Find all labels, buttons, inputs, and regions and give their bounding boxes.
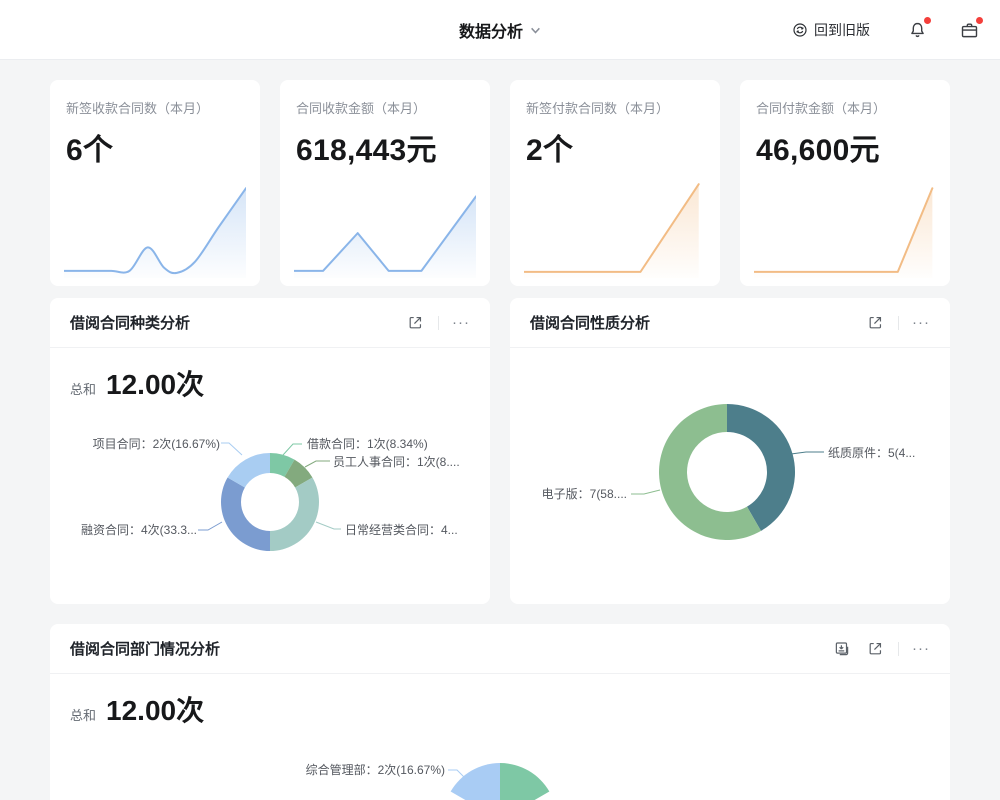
download-button[interactable] — [832, 639, 852, 659]
kpi-sparkline — [64, 176, 246, 278]
workbench-badge — [976, 17, 983, 24]
slice-label-general-admin[interactable]: 综合管理部：2次(16.67%) — [306, 761, 445, 778]
kpi-value: 2个 — [526, 125, 704, 169]
kpi-sparkline — [294, 176, 476, 278]
dept-row: 借阅合同部门情况分析 — [50, 624, 950, 800]
slice-label-financing[interactable]: 融资合同：4次(33.3... — [81, 521, 197, 538]
external-link-icon — [407, 314, 424, 331]
slice-label-daily-ops[interactable]: 日常经营类合同：4... — [345, 521, 458, 538]
kpi-label: 合同付款金额（本月） — [756, 98, 934, 117]
divider — [898, 642, 899, 656]
page-title-group[interactable]: 数据分析 — [459, 0, 541, 60]
slice-label-project[interactable]: 项目合同：2次(16.67%) — [93, 435, 220, 452]
open-fullscreen-button[interactable] — [865, 639, 885, 659]
kpi-card-new-receipt-contracts[interactable]: 新签收款合同数（本月） 6个 — [50, 80, 260, 286]
kpi-card-payment-amount[interactable]: 合同付款金额（本月） 46,600元 — [740, 80, 950, 286]
kpi-value: 6个 — [66, 125, 244, 169]
chevron-down-icon — [530, 25, 541, 36]
card-tools: ··· — [405, 313, 470, 333]
slice-label-paper-original[interactable]: 纸质原件：5(4... — [828, 444, 915, 461]
card-title: 借阅合同种类分析 — [70, 312, 190, 333]
total-value: 12.00次 — [106, 363, 204, 403]
card-header: 借阅合同性质分析 ··· — [510, 298, 950, 348]
app-root: 数据分析 回到旧版 — [0, 0, 1000, 800]
dashboard-content: 新签收款合同数（本月） 6个 合同收款金额（本月） 618,443元 新签付款合… — [0, 60, 1000, 800]
kpi-value: 46,600元 — [756, 125, 934, 169]
download-icon — [833, 640, 851, 658]
back-to-old-version-button[interactable]: 回到旧版 — [792, 20, 870, 40]
slice-label-electronic[interactable]: 电子版：7(58.... — [542, 485, 627, 502]
kpi-row: 新签收款合同数（本月） 6个 合同收款金额（本月） 618,443元 新签付款合… — [50, 80, 950, 286]
external-link-icon — [867, 314, 884, 331]
top-header: 数据分析 回到旧版 — [0, 0, 1000, 60]
more-menu-button[interactable]: ··· — [912, 318, 930, 328]
back-to-old-label: 回到旧版 — [814, 20, 870, 40]
more-menu-button[interactable]: ··· — [452, 318, 470, 328]
open-fullscreen-button[interactable] — [865, 313, 885, 333]
page-title: 数据分析 — [459, 18, 523, 42]
card-title: 借阅合同部门情况分析 — [70, 638, 220, 659]
divider — [898, 316, 899, 330]
notification-badge — [924, 17, 931, 24]
total-label: 总和 — [70, 705, 96, 724]
header-actions: 回到旧版 — [792, 0, 982, 60]
slice-label-hr[interactable]: 员工人事合同：1次(8.... — [333, 453, 460, 470]
kpi-sparkline — [524, 176, 706, 278]
donut-row: 借阅合同种类分析 ··· 总和 12.00次 — [50, 298, 950, 604]
external-link-icon — [867, 640, 884, 657]
contract-dept-card: 借阅合同部门情况分析 — [50, 624, 950, 800]
workbench-button[interactable] — [956, 17, 982, 43]
kpi-label: 新签收款合同数（本月） — [66, 98, 244, 117]
kpi-card-new-payment-contracts[interactable]: 新签付款合同数（本月） 2个 — [510, 80, 720, 286]
open-fullscreen-button[interactable] — [405, 313, 425, 333]
notifications-button[interactable] — [904, 17, 930, 43]
more-menu-button[interactable]: ··· — [912, 644, 930, 654]
kpi-value: 618,443元 — [296, 125, 474, 169]
kpi-label: 合同收款金额（本月） — [296, 98, 474, 117]
contract-nature-card: 借阅合同性质分析 ··· — [510, 298, 950, 604]
total-line: 总和 12.00次 — [50, 674, 950, 729]
restore-icon — [792, 22, 808, 38]
total-label: 总和 — [70, 379, 96, 398]
contract-kinds-card: 借阅合同种类分析 ··· 总和 12.00次 — [50, 298, 490, 604]
card-title: 借阅合同性质分析 — [530, 312, 650, 333]
total-line: 总和 12.00次 — [50, 348, 490, 403]
slice-label-loan[interactable]: 借款合同：1次(8.34%) — [307, 435, 428, 452]
kpi-sparkline — [754, 176, 936, 278]
total-value: 12.00次 — [106, 689, 204, 729]
card-header: 借阅合同种类分析 ··· — [50, 298, 490, 348]
divider — [438, 316, 439, 330]
card-tools: ··· — [832, 639, 930, 659]
kpi-label: 新签付款合同数（本月） — [526, 98, 704, 117]
kpi-card-receipt-amount[interactable]: 合同收款金额（本月） 618,443元 — [280, 80, 490, 286]
card-tools: ··· — [865, 313, 930, 333]
card-header: 借阅合同部门情况分析 — [50, 624, 950, 674]
